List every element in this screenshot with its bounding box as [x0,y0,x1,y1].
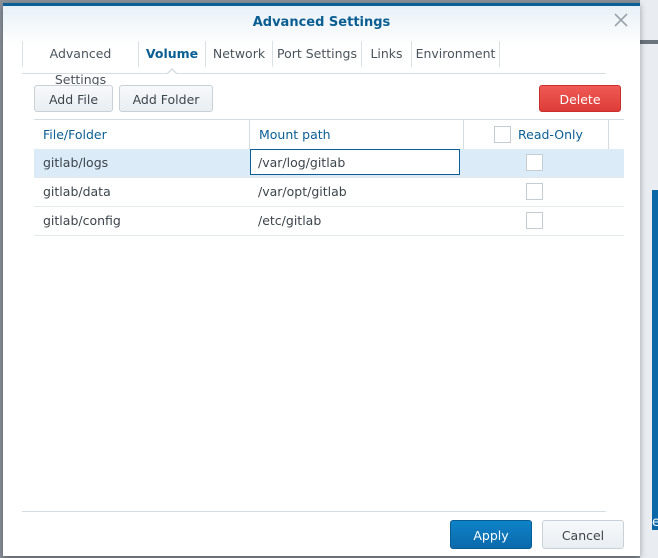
file-folder-cell: gitlab/data [43,184,111,199]
tab-environment[interactable]: Environment [411,41,500,67]
mount-path-cell: /var/opt/gitlab [258,184,347,199]
advanced-settings-dialog: Advanced Settings Advanced Settings Volu… [3,3,640,556]
mount-path-cell: /etc/gitlab [258,213,322,228]
background-window-text: e [652,515,658,530]
table-header: File/Folder Mount path Read-Only [34,120,624,149]
file-folder-cell: gitlab/logs [43,155,109,170]
add-folder-button[interactable]: Add Folder [119,85,213,112]
mount-path-input[interactable] [250,149,460,175]
delete-button[interactable]: Delete [539,85,621,112]
tab-links[interactable]: Links [361,41,411,67]
read-only-all-checkbox[interactable] [494,126,511,143]
close-icon[interactable] [612,13,630,31]
tab-bar: Advanced Settings Volume Network Port Se… [22,41,606,87]
close-icon-glyph [614,13,628,27]
tab-network[interactable]: Network [205,41,272,67]
read-only-checkbox[interactable] [526,154,543,171]
column-header-read-only-cell: Read-Only [463,120,608,149]
volume-table: File/Folder Mount path Read-Only gitlab/… [34,119,624,236]
dialog-title: Advanced Settings [252,15,391,30]
footer-divider [22,511,606,512]
table-row[interactable]: gitlab/config /etc/gitlab [34,207,624,236]
apply-button[interactable]: Apply [450,520,532,549]
tab-advanced-settings[interactable]: Advanced Settings [22,41,138,87]
cancel-button[interactable]: Cancel [542,520,624,549]
column-header-read-only: Read-Only [518,127,583,142]
tab-port-settings[interactable]: Port Settings [272,41,361,67]
table-row[interactable]: gitlab/logs [34,149,624,178]
column-header-file-folder[interactable]: File/Folder [34,120,249,149]
file-folder-cell: gitlab/config [43,213,121,228]
read-only-checkbox[interactable] [526,212,543,229]
column-header-spacer [608,120,624,149]
column-header-mount-path[interactable]: Mount path [249,120,463,149]
read-only-checkbox[interactable] [526,183,543,200]
table-row[interactable]: gitlab/data /var/opt/gitlab [34,178,624,207]
background-window-bar [640,40,658,44]
tab-volume[interactable]: Volume [138,41,205,74]
add-file-button[interactable]: Add File [34,85,113,112]
background-window-button [652,190,658,530]
